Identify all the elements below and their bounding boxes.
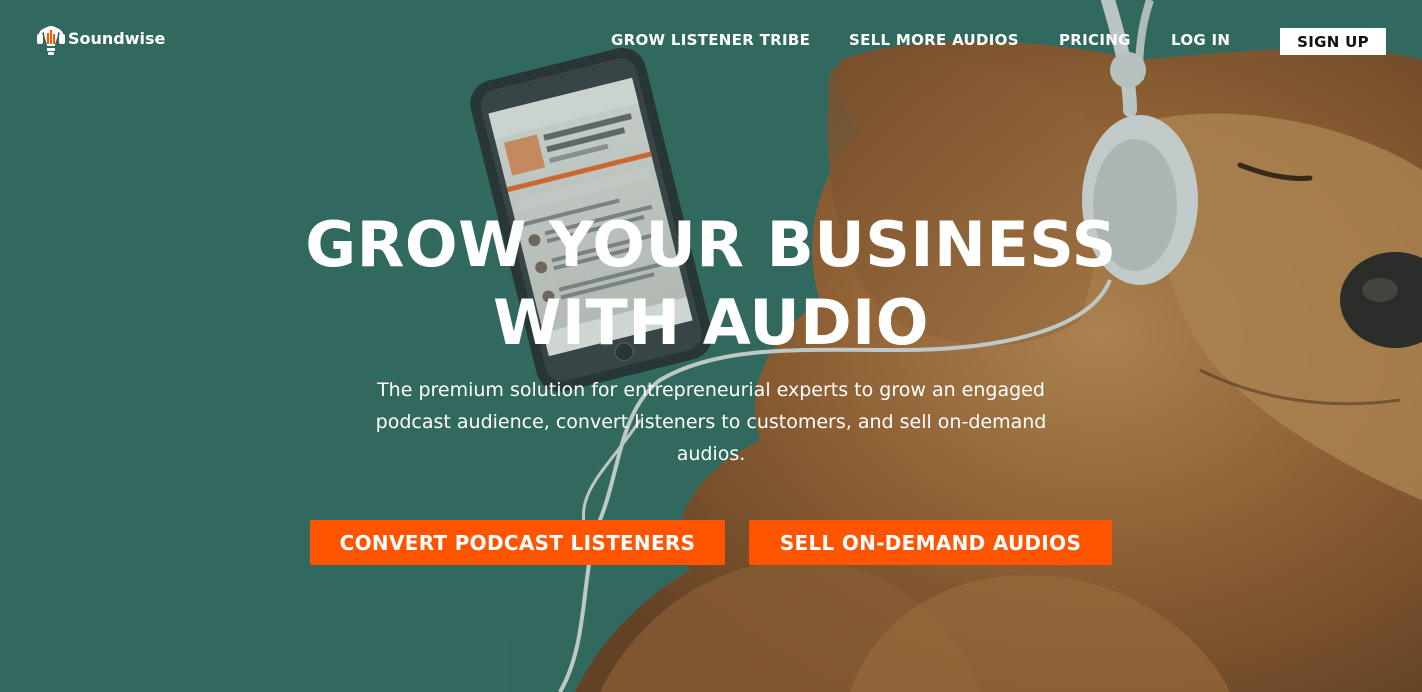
main-nav: GROW LISTENER TRIBE SELL MORE AUDIOS PRI… — [0, 30, 1422, 54]
hero-headline: GROW YOUR BUSINESS WITH AUDIO — [211, 206, 1211, 362]
nav-grow-listener-tribe[interactable]: GROW LISTENER TRIBE — [611, 30, 810, 50]
hero-section: Soundwise GROW LISTENER TRIBE SELL MORE … — [0, 0, 1422, 692]
sell-on-demand-audios-button[interactable]: SELL ON-DEMAND AUDIOS — [749, 520, 1112, 565]
nav-sell-more-audios[interactable]: SELL MORE AUDIOS — [849, 30, 1019, 50]
hero-headline-line-2: WITH AUDIO — [493, 286, 929, 359]
nav-log-in[interactable]: LOG IN — [1171, 30, 1230, 50]
hero-subheadline: The premium solution for entrepreneurial… — [375, 379, 1047, 465]
hero-headline-line-1: GROW YOUR BUSINESS — [305, 208, 1117, 281]
nav-pricing[interactable]: PRICING — [1059, 30, 1131, 50]
site-header: Soundwise GROW LISTENER TRIBE SELL MORE … — [0, 0, 1422, 80]
sign-up-button[interactable]: SIGN UP — [1280, 28, 1386, 55]
convert-podcast-listeners-button[interactable]: CONVERT PODCAST LISTENERS — [310, 520, 725, 565]
